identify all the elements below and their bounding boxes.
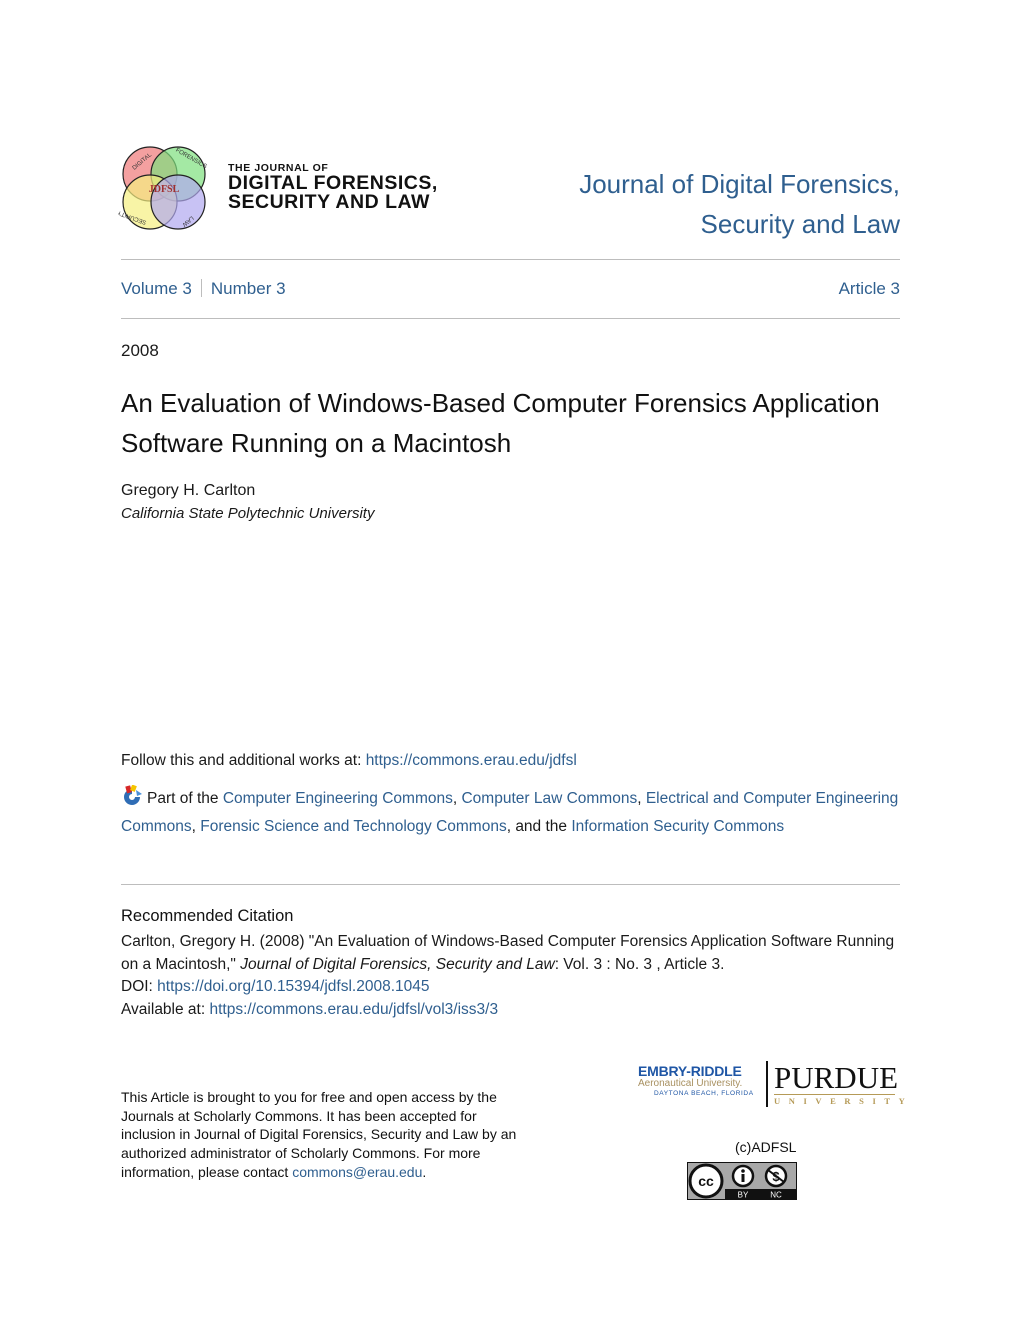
- journal-title-link[interactable]: Journal of Digital Forensics, Security a…: [579, 164, 900, 244]
- citation-heading: Recommended Citation: [121, 907, 294, 925]
- jdfsl-venn-logo: JDFSL DIGITAL FORENSICS SECURITY LAW: [118, 146, 208, 230]
- discipline-link[interactable]: Computer Law Commons: [461, 790, 637, 807]
- discipline-link[interactable]: Computer Engineering Commons: [223, 790, 453, 807]
- divider: [121, 318, 900, 319]
- contact-email-link[interactable]: commons@erau.edu: [292, 1164, 422, 1180]
- svg-text:cc: cc: [698, 1173, 714, 1189]
- author-name: Gregory H. Carlton: [121, 482, 256, 499]
- part-of-prefix: Part of the: [147, 790, 223, 807]
- journal-title-line1[interactable]: Journal of Digital Forensics,: [579, 164, 900, 204]
- divider: [121, 884, 900, 885]
- copyright-notice: (c)ADFSL: [735, 1139, 797, 1155]
- article-link[interactable]: Article 3: [839, 279, 900, 299]
- discipline-link[interactable]: Information Security Commons: [571, 818, 784, 835]
- article-title: An Evaluation of Windows-Based Computer …: [121, 388, 880, 458]
- number-link[interactable]: Number 3: [211, 279, 286, 298]
- network-logo-icon: [124, 785, 142, 805]
- divider: [121, 259, 900, 260]
- follow-label: Follow this and additional works at:: [121, 752, 366, 769]
- available-at-link[interactable]: https://commons.erau.edu/jdfsl/vol3/iss3…: [209, 1001, 498, 1018]
- venn-center-label: JDFSL: [149, 184, 180, 195]
- svg-text:BY: BY: [738, 1191, 749, 1200]
- journal-title-line2[interactable]: Security and Law: [579, 204, 900, 244]
- doi-link[interactable]: https://doi.org/10.15394/jdfsl.2008.1045: [157, 978, 429, 995]
- publication-year: 2008: [121, 341, 159, 360]
- svg-text:NC: NC: [770, 1191, 782, 1200]
- purdue-logo: PURDUE UNIVERSITY: [774, 1060, 914, 1106]
- discipline-link[interactable]: Forensic Science and Technology Commons: [200, 818, 506, 835]
- follow-line: Follow this and additional works at: htt…: [121, 752, 577, 770]
- issue-separator: [200, 279, 202, 297]
- citation-body: Carlton, Gregory H. (2008) "An Evaluatio…: [121, 933, 895, 1018]
- part-of-disciplines: Part of the Computer Engineering Commons…: [121, 785, 901, 840]
- logo-text-line2: SECURITY AND LAW: [228, 191, 430, 213]
- citation-journal: Journal of Digital Forensics, Security a…: [240, 955, 555, 973]
- logo-divider: [766, 1061, 768, 1107]
- author-affiliation: California State Polytechnic University: [121, 505, 375, 522]
- access-note: This Article is brought to you for free …: [121, 1089, 517, 1180]
- embry-riddle-logo: EMBRY-RIDDLE Aeronautical University. DA…: [638, 1063, 754, 1097]
- volume-link[interactable]: Volume 3: [121, 279, 192, 298]
- issue-bar: Volume 3 Number 3 Article 3: [121, 279, 900, 299]
- journal-logo-text: THE JOURNAL OF DIGITAL FORENSICS, SECURI…: [228, 162, 488, 212]
- follow-url-link[interactable]: https://commons.erau.edu/jdfsl: [366, 752, 577, 769]
- cc-by-nc-license-badge[interactable]: cc $ BY NC: [687, 1162, 797, 1200]
